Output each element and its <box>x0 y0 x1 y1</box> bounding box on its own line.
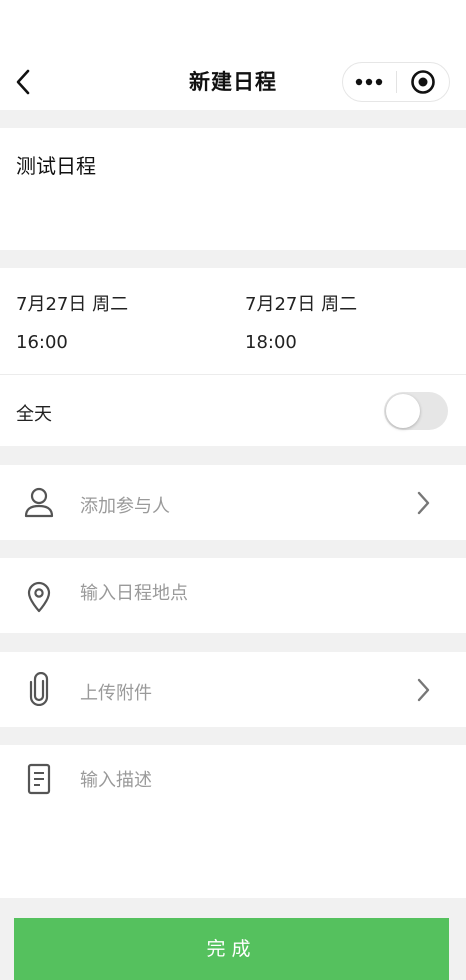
description-section: 输入描述 <box>0 745 466 898</box>
allday-toggle[interactable] <box>384 392 448 430</box>
description-input[interactable]: 输入描述 <box>80 766 152 792</box>
chevron-right-icon <box>412 675 434 705</box>
chevron-right-icon <box>412 488 434 518</box>
allday-label: 全天 <box>16 404 52 425</box>
title-section: 测试日程 <box>0 128 466 250</box>
divider <box>0 374 466 375</box>
start-time: 16:00 <box>16 332 68 353</box>
start-date: 7月27日 周二 <box>16 294 129 315</box>
event-title-input[interactable]: 测试日程 <box>16 150 96 179</box>
paperclip-icon <box>22 672 56 706</box>
end-time-picker[interactable]: 7月27日 周二 18:00 <box>245 290 357 353</box>
location-row: 输入日程地点 <box>0 558 466 633</box>
capsule-menu <box>342 62 450 102</box>
location-pin-icon <box>22 580 56 614</box>
attendees-placeholder: 添加参与人 <box>80 496 170 517</box>
toggle-knob <box>386 394 420 428</box>
time-section: 7月27日 周二 16:00 7月27日 周二 18:00 全天 <box>0 268 466 446</box>
target-circle-icon <box>410 70 435 94</box>
document-icon <box>22 762 56 796</box>
end-time: 18:00 <box>245 332 297 353</box>
close-miniprogram-button[interactable] <box>396 63 449 101</box>
start-time-picker[interactable]: 7月27日 周二 16:00 <box>16 290 128 353</box>
more-button[interactable] <box>343 63 396 101</box>
add-attendees-row[interactable]: 添加参与人 <box>0 465 466 540</box>
end-date: 7月27日 周二 <box>245 294 358 315</box>
person-icon <box>22 485 56 519</box>
upload-attachment-row[interactable]: 上传附件 <box>0 652 466 727</box>
location-input[interactable]: 输入日程地点 <box>80 579 188 605</box>
done-button[interactable]: 完成 <box>14 918 449 980</box>
navigation-bar: 新建日程 <box>0 0 466 110</box>
attachment-placeholder: 上传附件 <box>80 683 152 704</box>
more-dots-icon <box>356 78 383 86</box>
